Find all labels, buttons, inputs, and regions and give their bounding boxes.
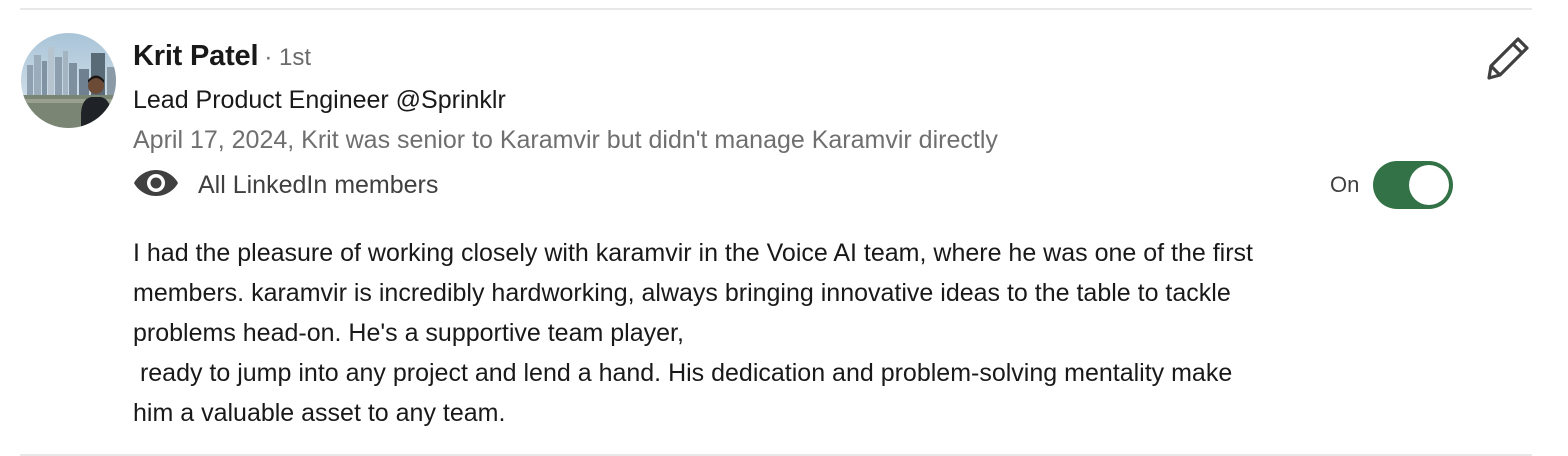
visibility-toggle-group: On (1330, 160, 1454, 210)
recommendation-text-line: I had the pleasure of working closely wi… (133, 239, 1254, 267)
connection-degree: · 1st (264, 44, 312, 71)
visibility-setting: All LinkedIn members (133, 167, 438, 203)
avatar-photo (21, 33, 116, 128)
author-name-row: Krit Patel · 1st (133, 40, 311, 76)
eye-icon (133, 167, 179, 204)
author-name[interactable]: Krit Patel (133, 40, 259, 72)
pencil-icon (1485, 37, 1531, 85)
author-headline: Lead Product Engineer @Sprinklr (133, 86, 506, 114)
toggle-knob (1409, 165, 1450, 205)
recommendation-text-line: ready to jump into any project and lend … (133, 359, 1233, 387)
avatar[interactable] (21, 33, 116, 128)
edit-button[interactable] (1485, 35, 1531, 81)
recommendation-text-line: problems head-on. He's a supportive team… (133, 319, 684, 347)
recommendation-text-line: members. karamvir is incredibly hardwork… (133, 279, 1231, 307)
recommendation-text-line: him a valuable asset to any team. (133, 399, 506, 427)
recommendation-meta: April 17, 2024, Krit was senior to Karam… (133, 126, 998, 154)
top-divider (20, 8, 1532, 10)
toggle-label: On (1330, 172, 1360, 197)
visibility-label: All LinkedIn members (198, 170, 439, 199)
recommendation-text: I had the pleasure of working closely wi… (133, 233, 1453, 433)
visibility-toggle[interactable] (1373, 161, 1454, 209)
